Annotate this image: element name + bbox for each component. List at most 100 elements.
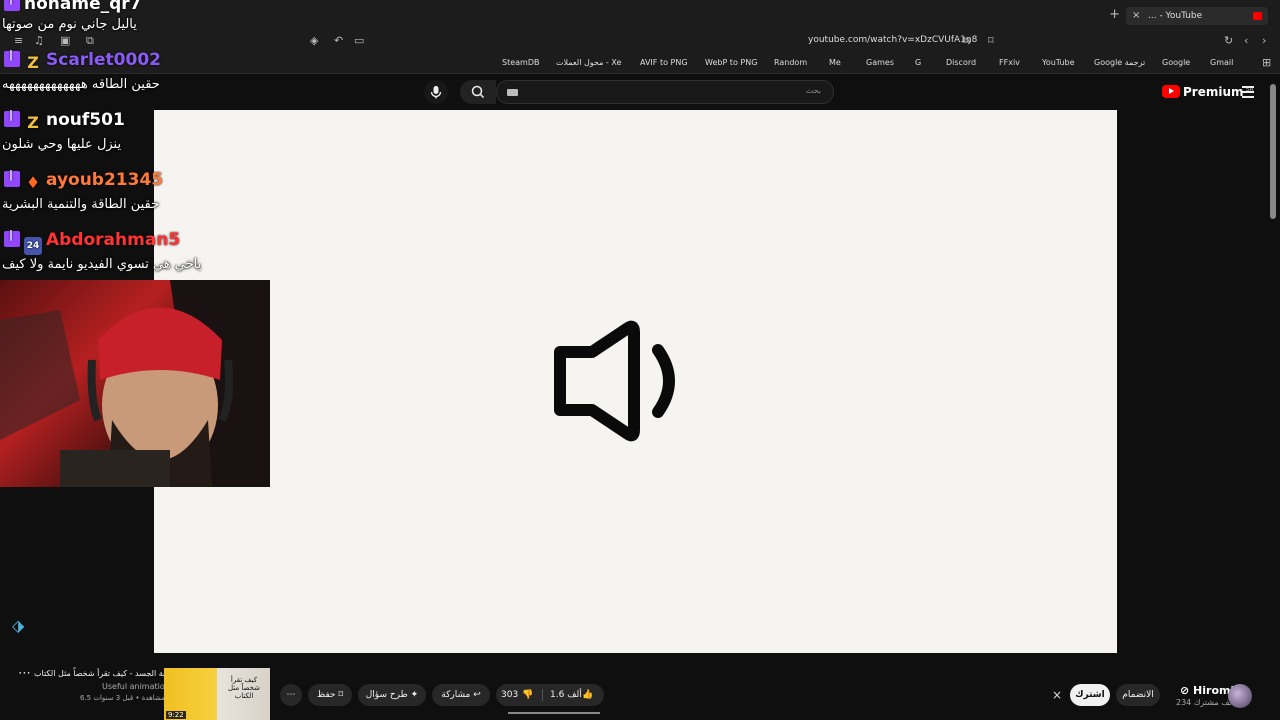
back-icon[interactable]: ‹ — [1244, 34, 1248, 47]
speaker-volume-icon — [554, 320, 675, 442]
save-icon: ⌑ — [338, 690, 344, 700]
save-button[interactable]: حفظ ⌑ — [308, 684, 352, 706]
close-icon[interactable]: × — [1052, 688, 1062, 702]
bookmark-item[interactable]: Google ترجمة — [1094, 58, 1145, 67]
chat-username: ♦ayoub21345 — [4, 168, 163, 192]
save-label: حفظ — [316, 690, 336, 700]
bookmark-item[interactable]: WebP to PNG — [705, 58, 757, 67]
search-placeholder: بحث — [805, 86, 821, 95]
site-settings-icon[interactable]: ⇆ — [962, 34, 971, 47]
tab-title: ... - YouTube — [1148, 11, 1203, 21]
z-badge-icon: Z — [27, 53, 39, 72]
share-icon: ↩ — [473, 690, 481, 700]
picture-in-picture-icon[interactable]: ▭ — [354, 34, 364, 47]
chat-message: ياليل جاني نوم من صوتها — [2, 17, 137, 32]
bookmark-item[interactable]: Google — [1162, 58, 1190, 67]
ask-button[interactable]: طرح سؤال ✦ — [358, 684, 426, 706]
search-button[interactable] — [460, 80, 496, 104]
dislike-icon[interactable]: 👎 — [522, 684, 533, 706]
keyboard-icon[interactable] — [507, 89, 518, 96]
bookmark-item[interactable]: SteamDB — [502, 58, 539, 67]
tab-manager-icon[interactable]: ▣ — [60, 34, 70, 47]
search-input[interactable]: بحث — [496, 80, 834, 104]
bookmarks-bar: SteamDB محول العملات - Xe AVIF to PNG We… — [0, 52, 1280, 74]
dislike-count[interactable]: 303 — [501, 684, 518, 706]
chat-message: ينزل عليها وحي شلون — [2, 137, 122, 152]
sparkle-ask-icon: ✦ — [410, 690, 419, 700]
channel-avatar[interactable] — [1228, 684, 1252, 708]
bookmark-item[interactable]: Discord — [946, 58, 976, 67]
youtube-favicon-icon — [1253, 12, 1262, 20]
bookmark-item[interactable]: Games — [866, 58, 894, 67]
reload-icon[interactable]: ↻ — [1224, 34, 1233, 47]
bookmark-item[interactable]: AVIF to PNG — [640, 58, 688, 67]
bookmark-item[interactable]: Random — [774, 58, 807, 67]
search-icon — [471, 85, 485, 99]
music-icon[interactable]: ♫ — [34, 34, 44, 47]
browser-titlebar: + × ... - YouTube — [0, 0, 1280, 30]
extension-icon[interactable]: ◈ — [310, 34, 318, 47]
more-options-icon[interactable]: ⋯ — [18, 666, 31, 681]
sparkle-icon: ⬗ — [12, 616, 25, 635]
bookmark-item[interactable]: محول العملات - Xe — [556, 58, 621, 67]
url-field[interactable]: youtube.com/watch?v=xDzCVUfA1n8 — [808, 35, 977, 45]
chat-message: ياخي هي تسوي الفيديو نايمة ولا كيف — [2, 257, 202, 272]
youtube-premium-logo[interactable]: Premium SA — [1162, 85, 1254, 99]
chat-username: noname_qr7 — [4, 0, 141, 16]
address-bar: ≡ ♫ ▣ ⧉ ◈ ↶ ▭ youtube.com/watch?v=xDzCVU… — [0, 30, 1280, 52]
webcam-feed — [0, 280, 270, 487]
forward-icon[interactable]: › — [1262, 34, 1266, 47]
bookmark-item[interactable]: G — [915, 58, 921, 67]
video-player[interactable] — [154, 110, 1117, 653]
flame-badge-icon: ♦ — [25, 173, 41, 192]
verified-icon: ⊘ — [1180, 684, 1194, 697]
chat-message: حقين الطاقة والتنمية البشرية — [2, 197, 160, 212]
ask-label: طرح سؤال — [365, 690, 408, 700]
subscribe-button[interactable]: اشترك — [1070, 684, 1110, 706]
microphone-icon — [430, 86, 442, 99]
bookmarks-overflow-icon[interactable]: ⊞ — [1262, 56, 1271, 69]
chat-username: 24Abdorahman5 — [4, 228, 180, 255]
bookmark-item[interactable]: Me — [829, 58, 841, 67]
duration-badge: 9:22 — [166, 711, 186, 719]
page-scrollbar[interactable] — [1270, 84, 1276, 219]
tab-close-icon[interactable]: × — [1132, 7, 1140, 25]
twitch-icon — [4, 0, 20, 11]
sub-badge-icon: 24 — [24, 237, 42, 255]
like-count[interactable]: 1.6 ألف — [550, 684, 582, 706]
screen: + × ... - YouTube ≡ ♫ ▣ ⧉ ◈ ↶ ▭ youtube.… — [0, 0, 1280, 720]
share-label: مشاركة — [441, 690, 471, 700]
join-button[interactable]: الانضمام — [1116, 684, 1160, 706]
scroll-indicator — [508, 712, 600, 714]
twitch-icon — [4, 168, 20, 187]
like-dislike-group: 303 👎 1.6 ألف 👍 — [496, 684, 604, 706]
tabs-icon[interactable]: ⧉ — [86, 34, 94, 48]
voice-search-button[interactable] — [424, 80, 448, 104]
more-actions-button[interactable]: ⋯ — [280, 684, 302, 706]
guide-menu-icon[interactable] — [1242, 86, 1254, 101]
menu-icon[interactable]: ≡ — [14, 34, 23, 47]
share-button[interactable]: مشاركة ↩ — [432, 684, 490, 706]
bookmark-item[interactable]: YouTube — [1042, 58, 1075, 67]
related-video-thumbnail[interactable]: كيف تقرأ شخصاً مثل الكتاب 9:22 — [164, 668, 270, 720]
chat-username: Znouf501 — [4, 108, 125, 132]
undo-icon[interactable]: ↶ — [334, 34, 343, 47]
premium-label: Premium — [1183, 85, 1244, 99]
streamer-webcam — [0, 280, 270, 487]
bookmark-item[interactable]: Gmail — [1210, 58, 1233, 67]
like-icon[interactable]: 👍 — [582, 684, 593, 706]
divider — [542, 689, 543, 701]
browser-tab[interactable]: × ... - YouTube — [1126, 7, 1268, 25]
subscriber-count: 234 ألف مشترك — [1176, 698, 1235, 707]
youtube-masthead: بحث Premium SA — [0, 74, 1280, 110]
channel-name[interactable]: ⊘ Hiromi — [1180, 684, 1234, 697]
twitch-icon — [4, 108, 20, 127]
new-tab-button[interactable]: + — [1109, 7, 1120, 22]
related-video-channel[interactable]: Useful animation — [102, 682, 170, 691]
bookmark-item[interactable]: FFxiv — [999, 58, 1020, 67]
chat-message: حقين الطاقه هههههههههههههه — [2, 77, 160, 92]
twitch-icon — [4, 228, 20, 247]
bookmark-icon[interactable]: ⌑ — [988, 34, 994, 47]
thumbnail-text: كيف تقرأ شخصاً مثل الكتاب — [228, 676, 260, 700]
youtube-logo-icon — [1162, 85, 1180, 98]
